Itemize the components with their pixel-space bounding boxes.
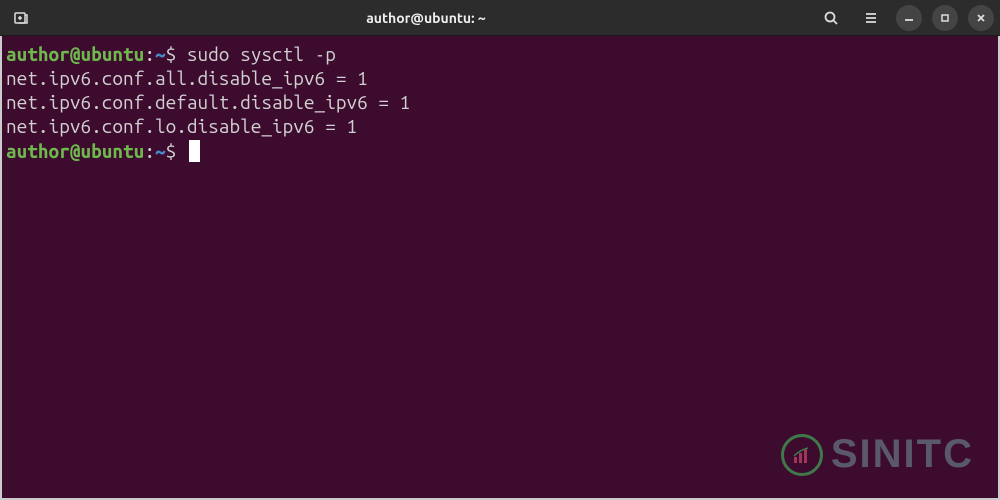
watermark-text: SINITC [831,429,974,480]
close-button[interactable] [968,5,994,31]
output-line: net.ipv6.conf.all.disable_ipv6 = 1 [6,66,994,90]
maximize-button[interactable] [932,5,958,31]
prompt-dollar: $ [166,140,177,162]
prompt-colon: : [144,140,155,162]
search-button[interactable] [816,3,846,33]
minimize-button[interactable] [896,5,922,31]
watermark: SINITC [781,429,974,480]
titlebar-right-group [816,3,994,33]
new-tab-button[interactable] [6,3,36,33]
prompt-line: author@ubuntu:~$ [6,139,994,163]
titlebar-left-group [6,3,36,33]
window-title: author@ubuntu: ~ [36,10,816,26]
prompt-path: ~ [155,43,166,65]
window-titlebar: author@ubuntu: ~ [0,0,1000,36]
prompt-user-host: author@ubuntu [6,43,144,65]
command-text: sudo sysctl -p [187,43,336,65]
watermark-logo-icon [781,434,823,476]
output-line: net.ipv6.conf.default.disable_ipv6 = 1 [6,90,994,114]
prompt-path: ~ [155,140,166,162]
cursor-icon [189,140,200,162]
prompt-colon: : [144,43,155,65]
prompt-dollar: $ [166,43,177,65]
hamburger-menu-button[interactable] [856,3,886,33]
prompt-line: author@ubuntu:~$ sudo sysctl -p [6,42,994,66]
prompt-user-host: author@ubuntu [6,140,144,162]
terminal-output-area[interactable]: author@ubuntu:~$ sudo sysctl -p net.ipv6… [0,36,1000,500]
output-line: net.ipv6.conf.lo.disable_ipv6 = 1 [6,114,994,138]
